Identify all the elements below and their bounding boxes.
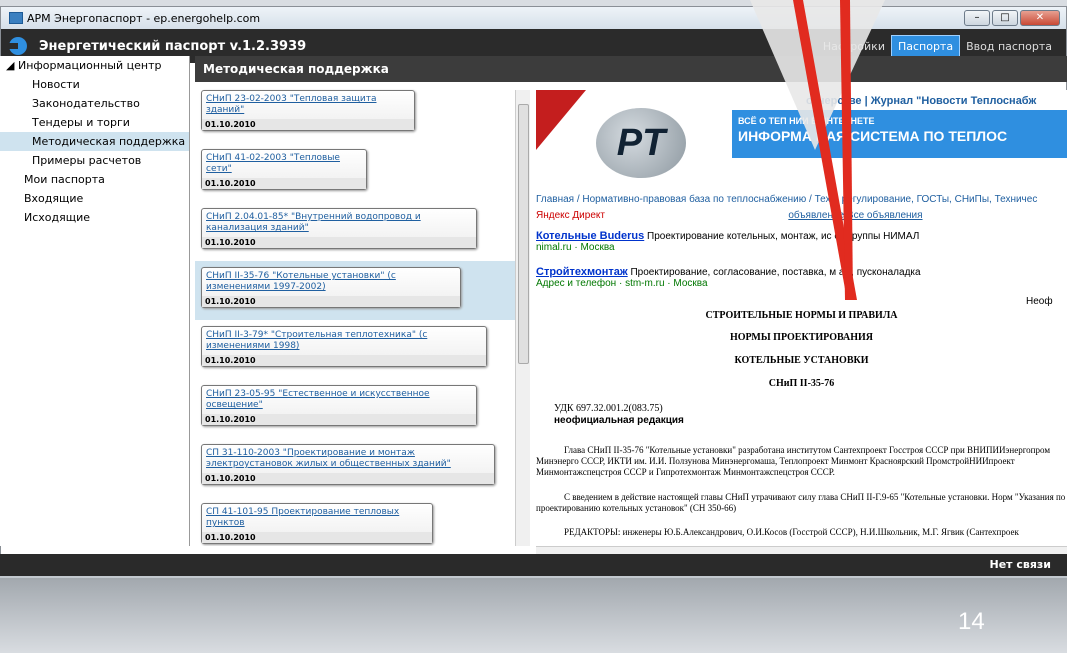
doc-link[interactable]: СНиП II-35-76 "Котельные установки" (с и… xyxy=(202,268,460,296)
menu-settings[interactable]: Настройки xyxy=(817,36,891,57)
unofficial-label: неофициальная редакция xyxy=(554,415,684,426)
list-item[interactable]: СНиП 41-02-2003 "Тепловые сети" 01.10.201… xyxy=(201,143,515,202)
app-logo-icon xyxy=(9,37,27,55)
banner-tagline: ВСЁ О ТЕП НИИ В ИНТЕРНЕТЕ xyxy=(738,116,875,126)
list-item[interactable]: СНиП II-3-79* "Строительная теплотехника… xyxy=(201,320,515,379)
tree-item-methodical-support[interactable]: Методическая поддержка xyxy=(0,132,189,151)
top-links[interactable]: отнерстве | Журнал "Новости Теплоснабж xyxy=(806,95,1036,107)
doc-link[interactable]: СНиП 23-05-95 "Естественное и искусствен… xyxy=(202,386,476,414)
banner-bluebar: ВСЁ О ТЕП НИИ В ИНТЕРНЕТЕ ИНФОРМА НАЯ СИ… xyxy=(732,110,1067,158)
app-title: Энергетический паспорт v.1.2.3939 xyxy=(39,38,307,54)
breadcrumb[interactable]: Главная / Нормативно-правовая база по те… xyxy=(536,194,1037,205)
tree-item-legislation[interactable]: Законодательство xyxy=(0,94,189,113)
menu-enter-passport[interactable]: Ввод паспорта xyxy=(960,36,1058,57)
doc-heading-2: НОРМЫ ПРОЕКТИРОВАНИЯ xyxy=(729,332,874,343)
document-list: СНиП 23-02-2003 "Тепловая защита зданий"… xyxy=(195,84,515,546)
banner-red-shape xyxy=(536,90,586,150)
banner-heading: ИНФОРМА НАЯ СИСТЕМА ПО ТЕПЛОС xyxy=(738,128,1008,144)
doc-link[interactable]: СНиП II-3-79* "Строительная теплотехника… xyxy=(202,327,486,355)
udk: УДК 697.32.001.2(083.75) xyxy=(554,403,663,414)
doc-date: 01.10.2010 xyxy=(202,473,494,484)
doc-date: 01.10.2010 xyxy=(202,237,476,248)
doc-date: 01.10.2010 xyxy=(202,119,414,130)
list-item[interactable]: СП 31-110-2003 "Проектирование и монтаж … xyxy=(201,438,515,497)
doc-date: 01.10.2010 xyxy=(202,178,366,189)
doc-link[interactable]: СП 31-110-2003 "Проектирование и монтаж … xyxy=(202,445,494,473)
window-titlebar[interactable]: АРМ Энергопаспорт - ep.energohelp.com – … xyxy=(1,7,1066,29)
doc-heading-3: КОТЕЛЬНЫЕ УСТАНОВКИ xyxy=(734,355,869,366)
tree-outgoing[interactable]: Исходящие xyxy=(0,208,189,227)
list-item[interactable]: СП 41-101-95 Проектирование тепловых пун… xyxy=(201,497,515,546)
list-item[interactable]: СНиП II-35-76 "Котельные установки" (с и… xyxy=(195,261,515,320)
site-banner: PT отнерстве | Журнал "Новости Теплоснаб… xyxy=(536,90,1067,190)
doc-date: 01.10.2010 xyxy=(202,296,460,307)
connection-status: Нет связи xyxy=(989,558,1051,571)
doc-link[interactable]: СНиП 2.04.01-85* "Внутренний водопровод … xyxy=(202,209,476,237)
doc-date: 01.10.2010 xyxy=(202,355,486,366)
doc-date: 01.10.2010 xyxy=(202,414,476,425)
window-title: АРМ Энергопаспорт - ep.energohelp.com xyxy=(27,11,261,25)
site-logo[interactable]: PT xyxy=(596,108,686,178)
tree-info-center[interactable]: ◢ Информационный центр xyxy=(0,56,189,75)
slide-number: 14 xyxy=(958,608,985,635)
reflection xyxy=(0,578,1067,653)
tree-item-tenders[interactable]: Тендеры и торги xyxy=(0,113,189,132)
doc-paragraph-1: Глава СНиП II-35-76 "Котельные установки… xyxy=(536,445,1051,477)
tree-item-calc-examples[interactable]: Примеры расчетов xyxy=(0,151,189,170)
ad1-link[interactable]: Котельные Buderus xyxy=(536,230,644,242)
doc-link[interactable]: СНиП 23-02-2003 "Тепловая защита зданий" xyxy=(202,91,414,119)
menu-passports[interactable]: Паспорта xyxy=(890,34,961,58)
doc-paragraph-3: РЕДАКТОРЫ: инженеры Ю.Б.Александрович, О… xyxy=(564,527,1019,537)
list-scrollbar[interactable] xyxy=(515,90,530,546)
close-button[interactable]: ✕ xyxy=(1020,10,1060,26)
section-title: Методическая поддержка xyxy=(195,56,1067,82)
minimize-button[interactable]: – xyxy=(964,10,990,26)
ad-block-1: Котельные Buderus Проектирование котельн… xyxy=(536,230,920,253)
status-bar: Нет связи xyxy=(0,554,1067,576)
neof-text: Неоф xyxy=(1026,296,1053,307)
sidebar-tree: ◢ Информационный центр Новости Законодат… xyxy=(0,56,190,546)
list-item[interactable]: СНиП 2.04.01-85* "Внутренний водопровод … xyxy=(201,202,515,261)
app-window-icon xyxy=(9,12,23,24)
list-item[interactable]: СНиП 23-02-2003 "Тепловая защита зданий"… xyxy=(201,84,515,143)
yandex-direct: Яндекс Директ объявление Все объявления xyxy=(536,210,923,221)
scrollbar-thumb[interactable] xyxy=(518,104,529,364)
doc-paragraph-2: С введением в действие настоящей главы С… xyxy=(536,492,1066,513)
list-item[interactable]: СНиП 23-05-95 "Естественное и искусствен… xyxy=(201,379,515,438)
maximize-button[interactable]: □ xyxy=(992,10,1018,26)
tree-my-passports[interactable]: Мои паспорта xyxy=(0,170,189,189)
ad-block-2: Стройтехмонтаж Проектирование, согласова… xyxy=(536,266,921,289)
doc-heading-4: СНиП II-35-76 xyxy=(768,378,835,389)
doc-heading-1: СТРОИТЕЛЬНЫЕ НОРМЫ И ПРАВИЛА xyxy=(705,310,898,321)
doc-date: 01.10.2010 xyxy=(202,532,432,543)
doc-link[interactable]: СНиП 41-02-2003 "Тепловые сети" xyxy=(202,150,366,178)
web-viewer: PT отнерстве | Журнал "Новости Теплоснаб… xyxy=(536,90,1067,546)
doc-link[interactable]: СП 41-101-95 Проектирование тепловых пун… xyxy=(202,504,432,532)
tree-item-news[interactable]: Новости xyxy=(0,75,189,94)
tree-incoming[interactable]: Входящие xyxy=(0,189,189,208)
ad2-link[interactable]: Стройтехмонтаж xyxy=(536,266,628,278)
